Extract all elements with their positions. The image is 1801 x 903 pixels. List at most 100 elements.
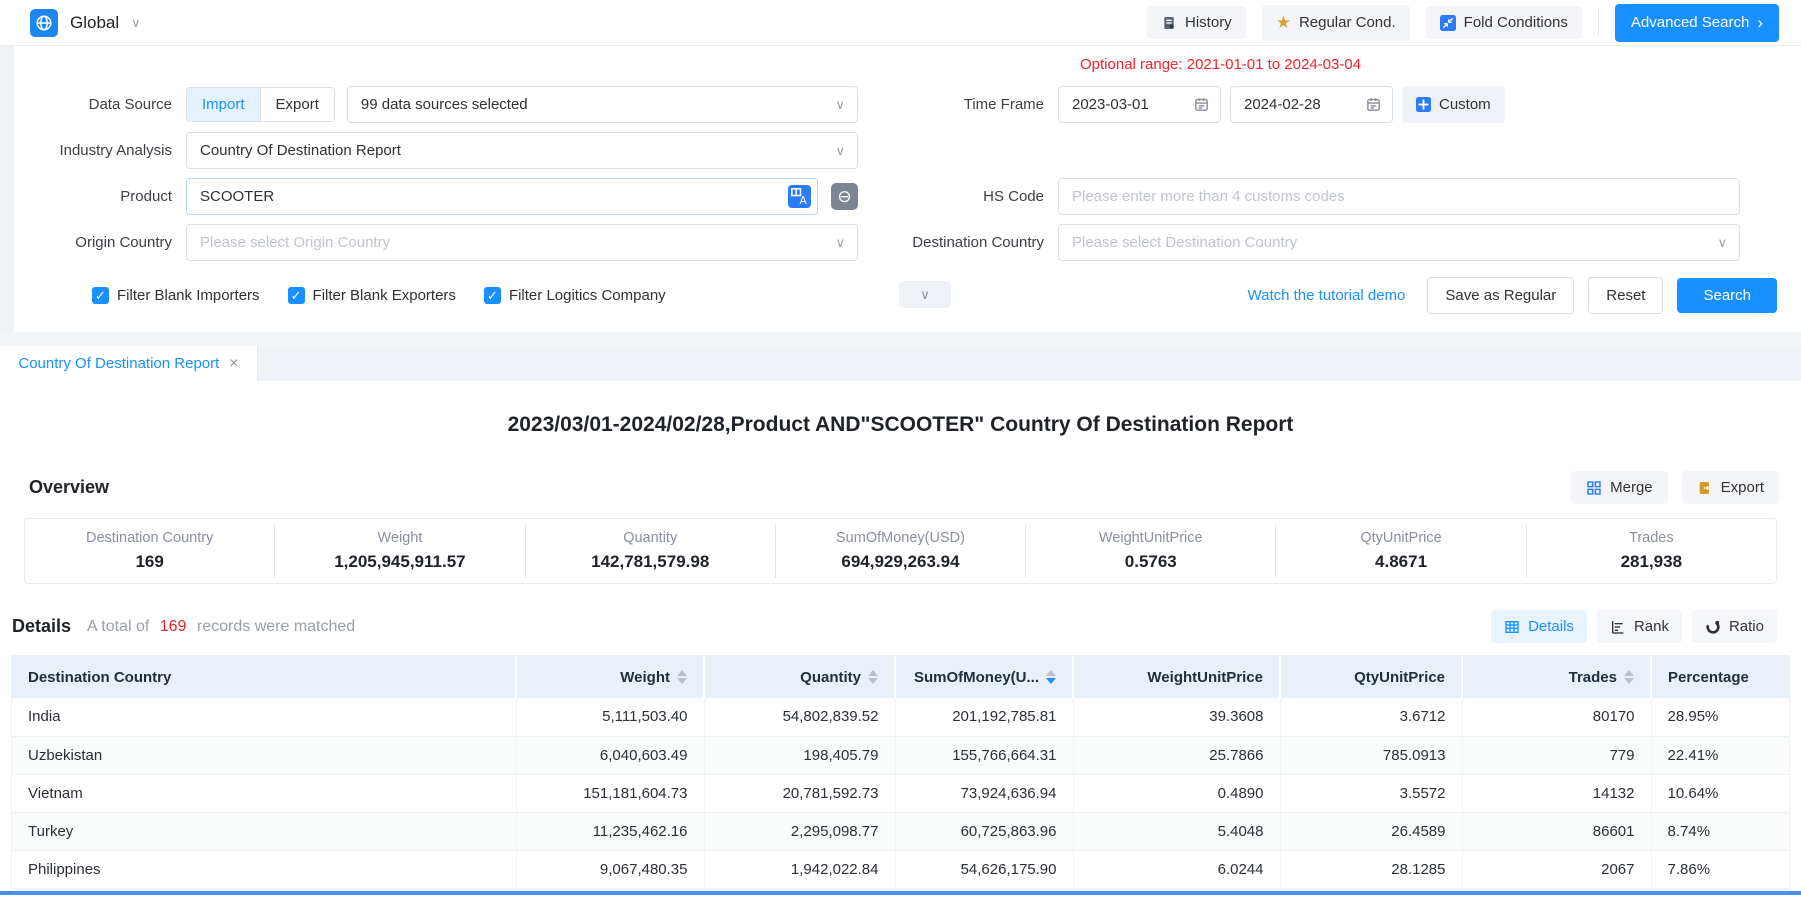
sort-icon-active[interactable]: [1046, 670, 1056, 684]
hs-code-label: HS Code: [882, 188, 1058, 205]
data-sources-select[interactable]: 99 data sources selected ∨: [347, 86, 858, 123]
cell-weight-unit-price: 39.3608: [1073, 698, 1280, 736]
stat-value: 1,205,945,911.57: [275, 552, 524, 572]
col-label: SumOfMoney(U...: [914, 669, 1039, 686]
cell-weight-unit-price: 0.4890: [1073, 774, 1280, 812]
col-destination-country: Destination Country: [12, 656, 516, 698]
chevron-down-icon: ∨: [131, 15, 141, 31]
history-label: History: [1185, 14, 1232, 31]
advanced-search-label: Advanced Search: [1631, 14, 1749, 31]
filter-blank-exporters-label: Filter Blank Exporters: [313, 287, 456, 304]
panel-gap: [0, 332, 1801, 346]
filter-blank-importers-checkbox[interactable]: ✓ Filter Blank Importers: [92, 287, 260, 304]
col-label: Percentage: [1668, 669, 1749, 686]
start-date-field[interactable]: [1058, 86, 1221, 123]
sort-icon[interactable]: [677, 670, 687, 684]
custom-label: Custom: [1439, 96, 1491, 113]
save-as-regular-button[interactable]: Save as Regular: [1427, 277, 1574, 314]
table-row[interactable]: Uzbekistan 6,040,603.49 198,405.79 155,7…: [12, 736, 1789, 774]
cell-percentage: 28.95%: [1651, 698, 1789, 736]
col-trades[interactable]: Trades: [1462, 656, 1651, 698]
cell-weight: 11,235,462.16: [516, 812, 704, 850]
col-weight[interactable]: Weight: [516, 656, 704, 698]
sort-icon[interactable]: [1624, 670, 1634, 684]
cell-percentage: 10.64%: [1651, 774, 1789, 812]
fold-conditions-button[interactable]: Fold Conditions: [1426, 6, 1582, 39]
cell-country: Turkey: [12, 812, 516, 850]
stat-value: 142,781,579.98: [526, 552, 775, 572]
table-row[interactable]: Philippines 9,067,480.35 1,942,022.84 54…: [12, 850, 1789, 888]
cell-country: Philippines: [12, 850, 516, 888]
advanced-search-button[interactable]: Advanced Search ›: [1615, 4, 1779, 42]
history-button[interactable]: History: [1147, 6, 1246, 39]
table-row[interactable]: India 5,111,503.40 54,802,839.52 201,192…: [12, 698, 1789, 736]
hs-code-input[interactable]: [1058, 178, 1740, 215]
cell-trades: 86601: [1462, 812, 1651, 850]
export-label: Export: [1721, 479, 1764, 496]
cell-trades: 80170: [1462, 698, 1651, 736]
search-button[interactable]: Search: [1677, 278, 1777, 313]
close-icon[interactable]: ×: [229, 355, 238, 373]
stat-value: 169: [25, 552, 274, 572]
product-label: Product: [14, 188, 186, 205]
col-percentage: Percentage: [1651, 656, 1789, 698]
cell-percentage: 7.86%: [1651, 850, 1789, 888]
merge-button[interactable]: Merge: [1571, 471, 1668, 504]
stat-value: 694,929,263.94: [776, 552, 1025, 572]
col-quantity[interactable]: Quantity: [704, 656, 895, 698]
regular-cond-button[interactable]: ★ Regular Cond.: [1262, 5, 1410, 41]
chevron-down-icon: ∨: [1717, 235, 1727, 251]
stat-label: SumOfMoney(USD): [776, 530, 1025, 546]
cell-quantity: 54,802,839.52: [704, 698, 895, 736]
custom-grid-icon: [1416, 97, 1431, 112]
tab-country-of-destination-report[interactable]: Country Of Destination Report ×: [0, 346, 258, 381]
export-toggle[interactable]: Export: [260, 88, 334, 121]
exact-match-icon[interactable]: ⊖: [831, 183, 858, 210]
cell-sum: 54,626,175.90: [895, 850, 1073, 888]
origin-country-label: Origin Country: [14, 234, 186, 251]
collapse-panel-button[interactable]: ∨: [899, 281, 951, 308]
reset-button[interactable]: Reset: [1588, 277, 1663, 314]
sort-icon[interactable]: [868, 670, 878, 684]
tutorial-demo-link[interactable]: Watch the tutorial demo: [1248, 287, 1406, 304]
table-row[interactable]: Vietnam 151,181,604.73 20,781,592.73 73,…: [12, 774, 1789, 812]
divider: [1598, 10, 1599, 36]
translate-icon[interactable]: A: [788, 185, 811, 208]
import-toggle[interactable]: Import: [187, 88, 260, 121]
filter-logitics-company-label: Filter Logitics Company: [509, 287, 666, 304]
destination-country-select[interactable]: Please select Destination Country ∨: [1058, 224, 1740, 261]
col-sum-of-money[interactable]: SumOfMoney(U...: [895, 656, 1073, 698]
cell-trades: 14132: [1462, 774, 1651, 812]
start-date-input[interactable]: [1072, 96, 1207, 113]
region-selector[interactable]: Global ∨: [30, 9, 141, 37]
cell-quantity: 20,781,592.73: [704, 774, 895, 812]
stat-qty-unit-price: QtyUnitPrice 4.8671: [1275, 524, 1525, 578]
export-button[interactable]: Export: [1682, 471, 1779, 504]
origin-country-select[interactable]: Please select Origin Country ∨: [186, 224, 858, 261]
ratio-view-label: Ratio: [1729, 618, 1764, 635]
cell-trades: 779: [1462, 736, 1651, 774]
filter-blank-exporters-checkbox[interactable]: ✓ Filter Blank Exporters: [288, 287, 456, 304]
ratio-view-button[interactable]: Ratio: [1692, 610, 1777, 643]
industry-analysis-label: Industry Analysis: [14, 142, 186, 159]
rank-view-button[interactable]: Rank: [1597, 610, 1682, 643]
arrow-right-icon: ›: [1757, 13, 1763, 33]
end-date-field[interactable]: [1230, 86, 1393, 123]
table-row[interactable]: Turkey 11,235,462.16 2,295,098.77 60,725…: [12, 812, 1789, 850]
industry-analysis-select[interactable]: Country Of Destination Report ∨: [186, 132, 858, 169]
checkbox-check-icon: ✓: [92, 287, 109, 304]
details-view-button[interactable]: Details: [1491, 610, 1587, 643]
custom-range-button[interactable]: Custom: [1402, 86, 1505, 123]
destination-country-placeholder: Please select Destination Country: [1072, 234, 1297, 251]
product-input[interactable]: [186, 178, 818, 215]
report-title: 2023/03/01-2024/02/28,Product AND"SCOOTE…: [0, 381, 1801, 443]
end-date-input[interactable]: [1244, 96, 1379, 113]
cell-weight-unit-price: 6.0244: [1073, 850, 1280, 888]
stat-weight-unit-price: WeightUnitPrice 0.5763: [1025, 524, 1275, 578]
cell-sum: 155,766,664.31: [895, 736, 1073, 774]
stat-value: 0.5763: [1026, 552, 1275, 572]
filter-logitics-company-checkbox[interactable]: ✓ Filter Logitics Company: [484, 287, 666, 304]
import-export-segment: Import Export: [186, 87, 335, 122]
report-content: 2023/03/01-2024/02/28,Product AND"SCOOTE…: [0, 381, 1801, 895]
bottom-scroll-indicator[interactable]: [0, 891, 1801, 895]
